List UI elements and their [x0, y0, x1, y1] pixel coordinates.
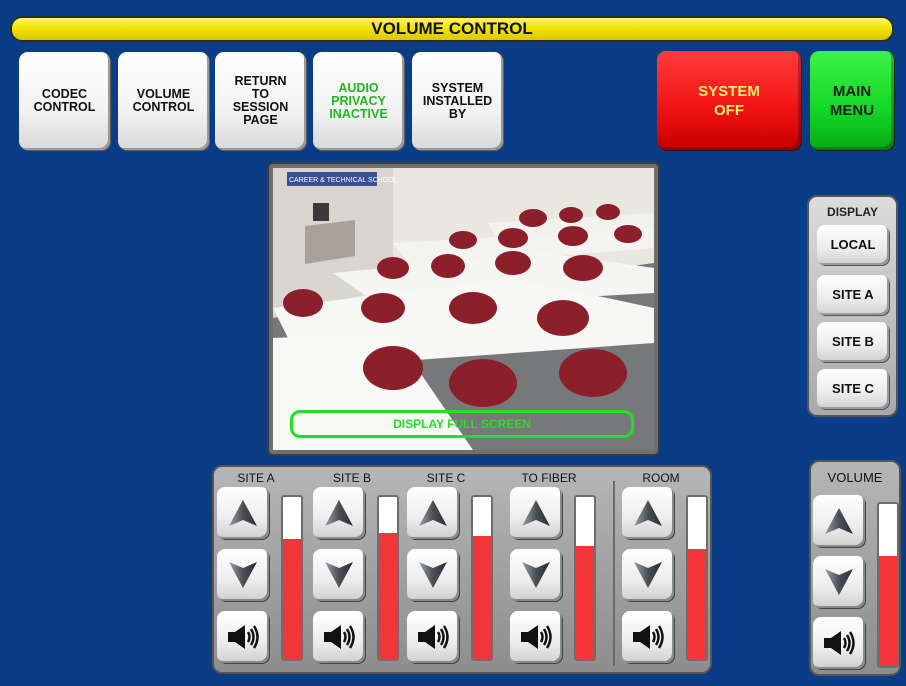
down-arrow-icon: [634, 562, 662, 588]
site-c-level-meter: [471, 495, 493, 661]
display-site-b-button[interactable]: SITE B: [817, 322, 889, 362]
site-c-mute-button[interactable]: [407, 611, 459, 663]
room-volume-up-button[interactable]: [622, 487, 674, 539]
display-site-a-button[interactable]: SITE A: [817, 275, 889, 315]
master-mute-button[interactable]: [813, 617, 865, 669]
to-fiber-volume-up-button[interactable]: [510, 487, 562, 539]
master-volume-down-button[interactable]: [813, 556, 865, 608]
sign-text: CAREER & TECHNICAL SCHOOL: [289, 177, 398, 184]
to-fiber-mute-button[interactable]: [510, 611, 562, 663]
site-a-mute-button[interactable]: [217, 611, 269, 663]
site-c-volume-up-button[interactable]: [407, 487, 459, 539]
to-fiber-volume-down-button[interactable]: [510, 549, 562, 601]
up-arrow-icon: [825, 508, 853, 534]
display-title: DISPLAY: [827, 205, 878, 219]
up-arrow-icon: [634, 500, 662, 526]
system-off-button[interactable]: SYSTEM OFF: [657, 51, 801, 150]
channel-label-site-b: SITE B: [332, 471, 371, 485]
channel-label-to-fiber: TO FIBER: [521, 471, 577, 485]
channel-label-room: ROOM: [642, 471, 680, 485]
down-arrow-icon: [825, 569, 853, 595]
site-c-volume-down-button[interactable]: [407, 549, 459, 601]
mixer-panel: SITE A SITE B SITE C TO FIBER ROOM: [212, 465, 712, 674]
site-a-level-meter: [281, 495, 303, 661]
site-a-volume-down-button[interactable]: [217, 549, 269, 601]
meter-fill: [283, 539, 301, 659]
down-arrow-icon: [325, 562, 353, 588]
meter-fill: [879, 555, 897, 666]
classroom-video-image: CAREER & TECHNICAL SCHOOL: [273, 168, 654, 450]
touch-panel: VOLUME CONTROL CODEC CONTROL VOLUME CONT…: [0, 0, 906, 686]
display-site-c-button[interactable]: SITE C: [817, 369, 889, 409]
main-menu-button[interactable]: MAIN MENU: [810, 51, 894, 150]
down-arrow-icon: [522, 562, 550, 588]
volume-label: VOLUME: [827, 470, 883, 485]
speaker-mute-icon: [228, 625, 259, 649]
site-b-volume-down-button[interactable]: [313, 549, 365, 601]
room-volume-down-button[interactable]: [622, 549, 674, 601]
speaker-mute-icon: [324, 625, 355, 649]
speaker-mute-icon: [824, 631, 855, 655]
volume-control-button[interactable]: VOLUME CONTROL: [118, 52, 209, 150]
meter-fill: [688, 548, 706, 659]
down-arrow-icon: [229, 562, 257, 588]
room-level-meter: [686, 495, 708, 661]
speaker-mute-icon: [633, 625, 664, 649]
up-arrow-icon: [229, 500, 257, 526]
system-installed-by-button[interactable]: SYSTEM INSTALLED BY: [412, 52, 503, 150]
codec-control-button[interactable]: CODEC CONTROL: [19, 52, 110, 150]
site-b-volume-up-button[interactable]: [313, 487, 365, 539]
master-volume-up-button[interactable]: [813, 495, 865, 547]
display-local-button[interactable]: LOCAL: [817, 225, 889, 265]
channel-label-site-c: SITE C: [426, 471, 466, 485]
meter-fill: [576, 545, 594, 659]
down-arrow-icon: [419, 562, 447, 588]
channel-label-site-a: SITE A: [237, 471, 275, 485]
speaker-mute-icon: [418, 625, 449, 649]
return-to-session-button[interactable]: RETURN TO SESSION PAGE: [215, 52, 306, 150]
up-arrow-icon: [325, 500, 353, 526]
site-b-level-meter: [377, 495, 399, 661]
speaker-mute-icon: [521, 625, 552, 649]
up-arrow-icon: [522, 500, 550, 526]
volume-panel: VOLUME: [809, 460, 901, 676]
to-fiber-level-meter: [574, 495, 596, 661]
meter-fill: [473, 535, 491, 659]
display-full-screen-button[interactable]: DISPLAY FULL SCREEN: [290, 410, 634, 438]
site-b-mute-button[interactable]: [313, 611, 365, 663]
page-title: VOLUME CONTROL: [10, 16, 894, 42]
meter-fill: [379, 532, 397, 659]
mixer-divider: [613, 481, 615, 666]
up-arrow-icon: [419, 500, 447, 526]
room-mute-button[interactable]: [622, 611, 674, 663]
master-level-meter: [877, 502, 899, 668]
audio-privacy-button[interactable]: AUDIO PRIVACY INACTIVE: [313, 52, 404, 150]
display-panel: DISPLAY LOCAL SITE A SITE B SITE C: [807, 195, 898, 417]
site-a-volume-up-button[interactable]: [217, 487, 269, 539]
